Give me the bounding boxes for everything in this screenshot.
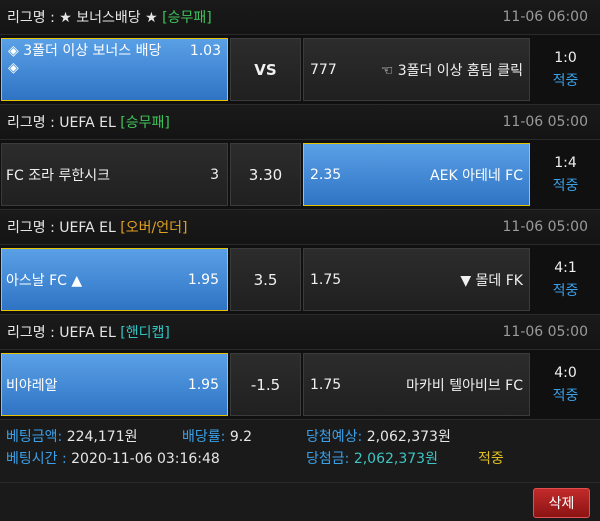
result-status: 적중: [552, 387, 579, 404]
away-odds: 1.75: [310, 271, 342, 288]
away-odds: 2.35: [310, 166, 342, 183]
away-pick[interactable]: 777 ☜ 3폴더 이상 홈팀 클릭: [303, 38, 530, 101]
match-row: FC 조라 루한시크 3 3.30 2.35 AEK 아테네 FC 1:4 적중: [0, 140, 600, 210]
final-score: 4:1: [554, 259, 577, 276]
league-name: 리그명 : UEFA EL [핸디캡]: [7, 325, 170, 341]
away-team: ☜ 3폴더 이상 홈팀 클릭: [380, 62, 523, 79]
bet-result: 적중: [477, 451, 504, 467]
match-row: 아스날 FC ▲ 1.95 3.5 1.75 ▼ 몰데 FK 4:1 적중: [0, 245, 600, 315]
expected-payout: 당첨예상: 2,062,373원: [306, 429, 451, 445]
total-odds: 배당률: 9.2: [182, 429, 253, 445]
away-team: 마카비 텔아비브 FC: [406, 377, 523, 394]
league-header: 리그명 : UEFA EL [오버/언더] 11-06 05:00: [0, 210, 600, 245]
match-time: 11-06 06:00: [502, 9, 588, 25]
home-odds: 1.95: [187, 271, 219, 288]
away-team: ▼ 몰데 FK: [460, 272, 523, 289]
away-pick[interactable]: 1.75 마카비 텔아비브 FC: [303, 353, 530, 416]
result-status: 적중: [552, 282, 579, 299]
bet-type-tag: [승무패]: [120, 115, 170, 131]
match-time: 11-06 05:00: [502, 219, 588, 235]
home-team: 아스날 FC ▲: [6, 272, 83, 289]
home-odds: 3: [210, 166, 219, 183]
home-team: FC 조라 루한시크: [6, 167, 111, 184]
final-score: 4:0: [554, 364, 577, 381]
draw-pick[interactable]: 3.30: [230, 143, 301, 206]
match-time: 11-06 05:00: [502, 114, 588, 130]
win-amount: 당첨금: 2,062,373원 적중: [306, 451, 504, 467]
home-pick[interactable]: ◈ 3폴더 이상 보너스 배당 1.03 ◈: [1, 38, 228, 101]
result-status: 적중: [552, 72, 579, 89]
match-time: 11-06 05:00: [502, 324, 588, 340]
match-result: 1:4 적중: [531, 140, 600, 209]
match-row: ◈ 3폴더 이상 보너스 배당 1.03 ◈ VS 777 ☜ 3폴더 이상 홈팀…: [0, 35, 600, 105]
league-name: 리그명 : UEFA EL [오버/언더]: [7, 220, 188, 236]
away-odds: 1.75: [310, 376, 342, 393]
handicap-value[interactable]: -1.5: [230, 353, 301, 416]
home-odds: 1.03: [189, 43, 221, 59]
league-name: 리그명 : ★ 보너스배당 ★ [승무패]: [7, 10, 212, 26]
bet-summary: 베팅금액: 224,171원 배당률: 9.2 당첨예상: 2,062,373원…: [0, 420, 600, 482]
match-row: 비야레알 1.95 -1.5 1.75 마카비 텔아비브 FC 4:0 적중: [0, 350, 600, 420]
away-odds: 777: [310, 61, 337, 78]
away-pick[interactable]: 1.75 ▼ 몰데 FK: [303, 248, 530, 311]
bet-type-tag: [핸디캡]: [120, 325, 170, 341]
away-pick[interactable]: 2.35 AEK 아테네 FC: [303, 143, 530, 206]
result-status: 적중: [552, 177, 579, 194]
bet-amount: 베팅금액: 224,171원: [6, 429, 138, 445]
delete-button[interactable]: 삭제: [533, 488, 590, 518]
match-result: 1:0 적중: [531, 35, 600, 104]
away-team: AEK 아테네 FC: [430, 167, 523, 184]
home-odds: 1.95: [187, 376, 219, 393]
league-name: 리그명 : UEFA EL [승무패]: [7, 115, 170, 131]
league-header: 리그명 : UEFA EL [핸디캡] 11-06 05:00: [0, 315, 600, 350]
league-header: 리그명 : UEFA EL [승무패] 11-06 05:00: [0, 105, 600, 140]
home-team: 비야레알: [6, 377, 58, 394]
home-team: ◈ 3폴더 이상 보너스 배당: [8, 43, 162, 59]
home-pick[interactable]: 아스날 FC ▲ 1.95: [1, 248, 228, 311]
home-pick[interactable]: 비야레알 1.95: [1, 353, 228, 416]
line-value[interactable]: 3.5: [230, 248, 301, 311]
draw-pick[interactable]: VS: [230, 38, 301, 101]
bet-type-tag: [승무패]: [162, 10, 212, 26]
bet-time: 베팅시간 : 2020-11-06 03:16:48: [6, 451, 220, 467]
match-result: 4:0 적중: [531, 350, 600, 419]
bonus-mark: ◈: [8, 60, 19, 76]
final-score: 1:0: [554, 49, 577, 66]
final-score: 1:4: [554, 154, 577, 171]
footer-bar: 삭제: [0, 482, 600, 521]
bet-type-tag: [오버/언더]: [120, 220, 188, 236]
match-result: 4:1 적중: [531, 245, 600, 314]
league-header: 리그명 : ★ 보너스배당 ★ [승무패] 11-06 06:00: [0, 0, 600, 35]
home-pick[interactable]: FC 조라 루한시크 3: [1, 143, 228, 206]
